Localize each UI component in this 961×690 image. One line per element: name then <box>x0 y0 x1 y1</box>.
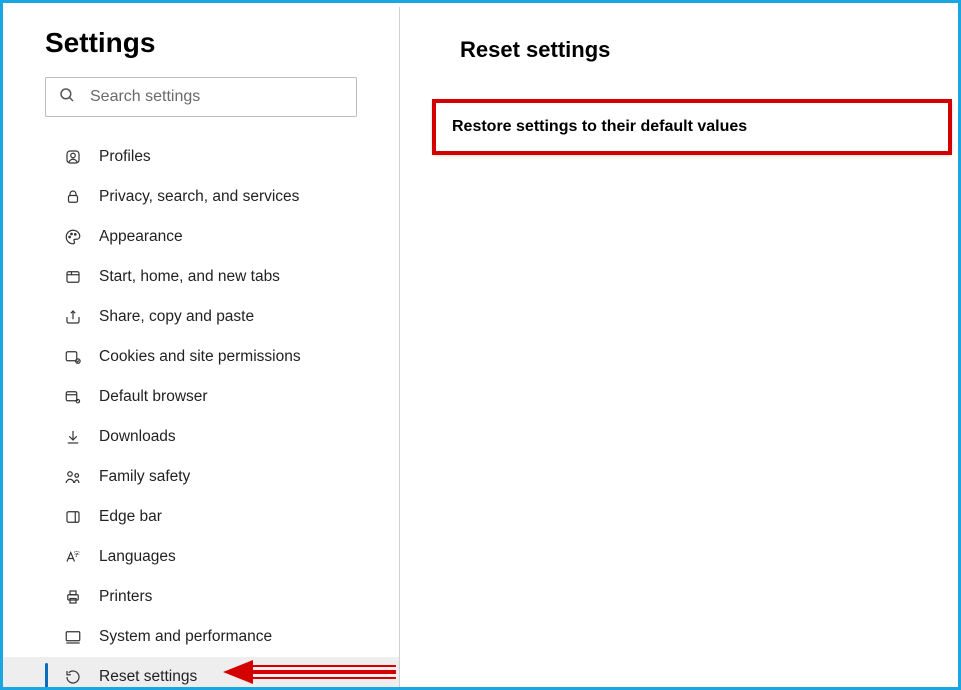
sidebar-item-label: System and performance <box>99 628 272 646</box>
sidebar-item-label: Downloads <box>99 428 176 446</box>
system-icon <box>63 627 83 647</box>
sidebar-item-languages[interactable]: 字 Languages <box>3 537 399 577</box>
lock-icon <box>63 187 83 207</box>
sidebar-item-privacy[interactable]: Privacy, search, and services <box>3 177 399 217</box>
browser-icon <box>63 387 83 407</box>
sidebar-nav: Profiles Privacy, search, and services A… <box>3 131 399 690</box>
tabs-icon <box>63 267 83 287</box>
sidebar-item-label: Family safety <box>99 468 190 486</box>
reset-settings-card: Restore settings to their default values <box>432 99 952 155</box>
sidebar-item-label: Reset settings <box>99 668 197 686</box>
family-icon <box>63 467 83 487</box>
sidebar-item-default-browser[interactable]: Default browser <box>3 377 399 417</box>
sidebar-item-label: Appearance <box>99 228 183 246</box>
sidebar-item-downloads[interactable]: Downloads <box>3 417 399 457</box>
sidebar-item-printers[interactable]: Printers <box>3 577 399 617</box>
sidebar-item-start-home-tabs[interactable]: Start, home, and new tabs <box>3 257 399 297</box>
sidebar-item-label: Profiles <box>99 148 151 166</box>
sidebar-title: Settings <box>3 27 399 77</box>
settings-sidebar: Settings Profiles Pr <box>3 3 399 687</box>
download-icon <box>63 427 83 447</box>
reset-icon <box>63 667 83 687</box>
sidebar-item-label: Share, copy and paste <box>99 308 254 326</box>
sidebar-item-label: Start, home, and new tabs <box>99 268 280 286</box>
sidebar-item-share-copy-paste[interactable]: Share, copy and paste <box>3 297 399 337</box>
palette-icon <box>63 227 83 247</box>
sidebar-item-system[interactable]: System and performance <box>3 617 399 657</box>
restore-defaults-button[interactable]: Restore settings to their default values <box>436 103 948 151</box>
sidebar-item-profiles[interactable]: Profiles <box>3 137 399 177</box>
edge-bar-icon <box>63 507 83 527</box>
sidebar-item-label: Cookies and site permissions <box>99 348 301 366</box>
sidebar-item-cookies[interactable]: Cookies and site permissions <box>3 337 399 377</box>
search-input[interactable] <box>90 88 344 106</box>
printer-icon <box>63 587 83 607</box>
search-icon <box>58 86 76 109</box>
sidebar-item-label: Printers <box>99 588 152 606</box>
sidebar-item-edge-bar[interactable]: Edge bar <box>3 497 399 537</box>
sidebar-item-label: Languages <box>99 548 176 566</box>
sidebar-item-label: Privacy, search, and services <box>99 188 299 206</box>
sidebar-item-label: Edge bar <box>99 508 162 526</box>
share-icon <box>63 307 83 327</box>
svg-text:字: 字 <box>74 550 80 558</box>
page-title: Reset settings <box>428 37 958 63</box>
sidebar-item-family-safety[interactable]: Family safety <box>3 457 399 497</box>
sidebar-item-appearance[interactable]: Appearance <box>3 217 399 257</box>
cookies-icon <box>63 347 83 367</box>
search-settings-field[interactable] <box>45 77 357 117</box>
profiles-icon <box>63 147 83 167</box>
main-content: Reset settings Restore settings to their… <box>400 3 958 687</box>
annotation-highlight: Restore settings to their default values <box>432 99 952 155</box>
sidebar-item-label: Default browser <box>99 388 208 406</box>
sidebar-item-reset-settings[interactable]: Reset settings <box>3 657 399 690</box>
languages-icon: 字 <box>63 547 83 567</box>
